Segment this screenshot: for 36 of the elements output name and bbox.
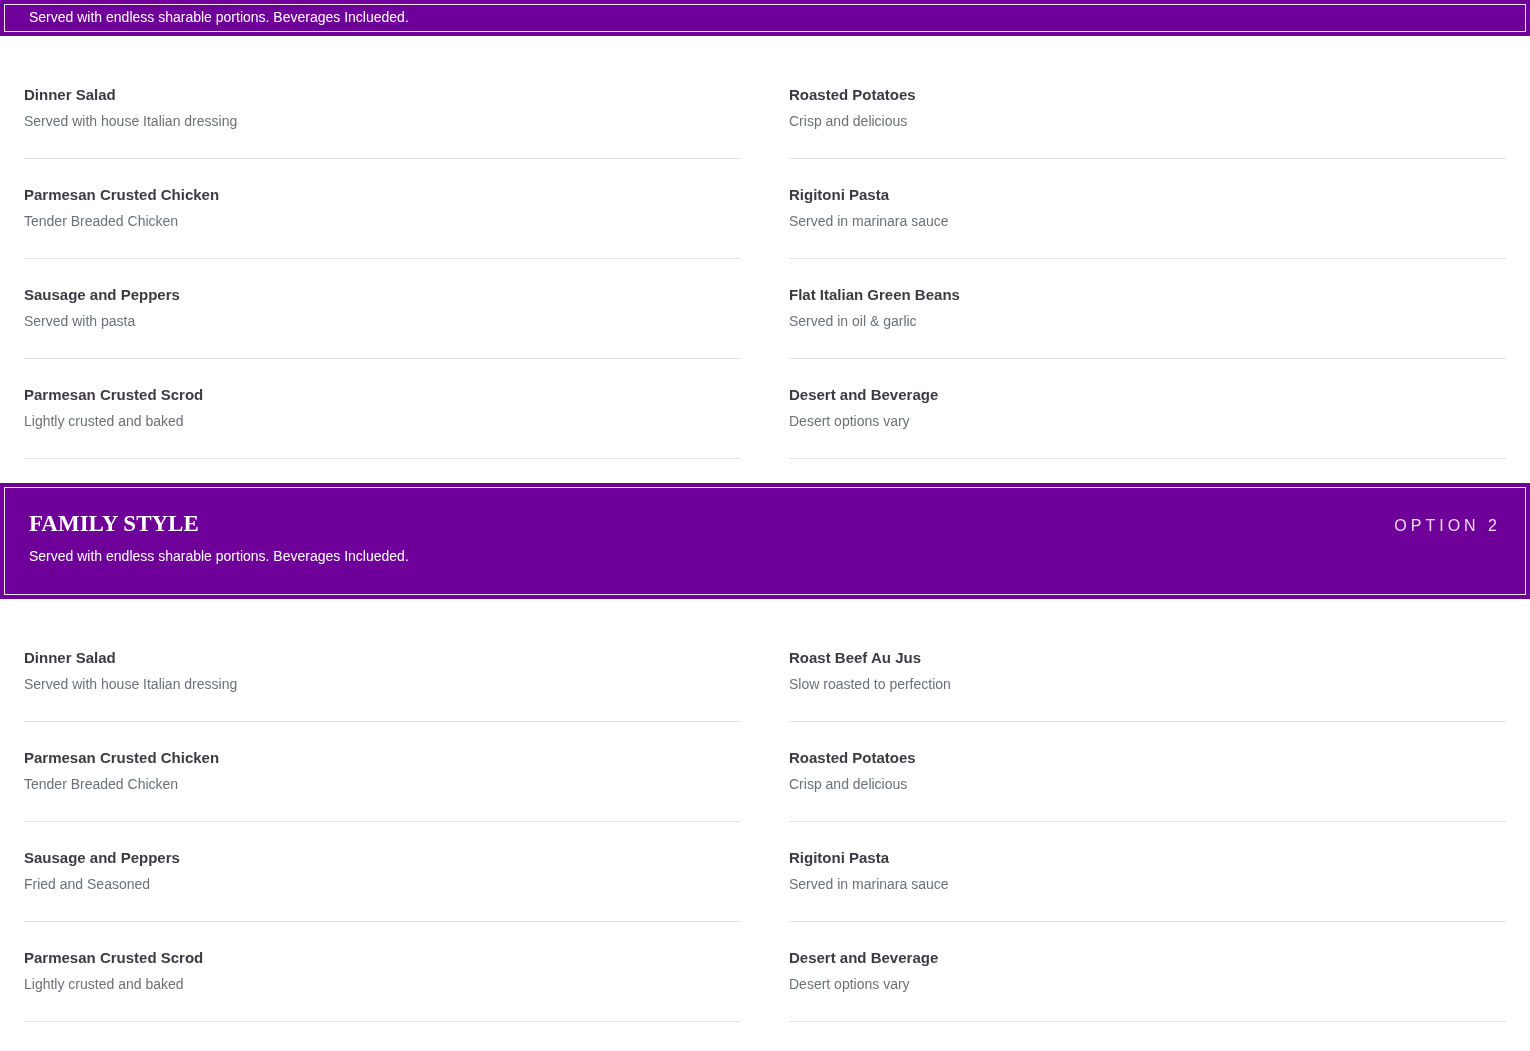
dish-name: Parmesan Crusted Chicken (24, 185, 220, 205)
dish-name: Parmesan Crusted Chicken (24, 748, 220, 768)
dish-description: Lightly crusted and baked (24, 412, 184, 431)
section-title: FAMILY STYLE (29, 510, 199, 538)
dish-description: Tender Breaded Chicken (24, 212, 179, 231)
dish-name: Parmesan Crusted Scrod (24, 948, 204, 968)
dish-description: Served in marinara sauce (789, 875, 949, 894)
section-subtitle: Served with endless sharable portions. Beverages Inclueded. (29, 547, 409, 566)
dish-name: Sausage and Peppers (24, 848, 180, 868)
dish-name: Roasted Potatoes (789, 748, 916, 768)
dish-name: Roast Beef Au Jus (789, 648, 921, 668)
dish-name: Parmesan Crusted Scrod (24, 385, 204, 405)
dish-description: Served with house Italian dressing (24, 112, 238, 131)
dish-description: Desert options vary (789, 975, 910, 994)
dish-description: Tender Breaded Chicken (24, 775, 179, 794)
dish-name: Desert and Beverage (789, 948, 939, 968)
dish-name: Desert and Beverage (789, 385, 939, 405)
dish-description: Served with house Italian dressing (24, 675, 238, 694)
dish-description: Fried and Seasoned (24, 875, 151, 894)
dish-description: Slow roasted to perfection (789, 675, 951, 694)
dish-name: Sausage and Peppers (24, 285, 180, 305)
dish-name: Rigitoni Pasta (789, 848, 889, 868)
dish-description: Served with pasta (24, 312, 136, 331)
dish-name: Flat Italian Green Beans (789, 285, 960, 305)
dish-description: Served in oil & garlic (789, 312, 917, 331)
dish-description: Crisp and delicious (789, 112, 908, 131)
dish-description: Lightly crusted and baked (24, 975, 184, 994)
option-label: OPTION 2 (1394, 516, 1501, 536)
dish-description: Desert options vary (789, 412, 910, 431)
dish-name: Roasted Potatoes (789, 85, 916, 105)
dish-description: Served in marinara sauce (789, 212, 949, 231)
dish-name: Rigitoni Pasta (789, 185, 889, 205)
dish-description: Crisp and delicious (789, 775, 908, 794)
dish-name: Dinner Salad (24, 85, 116, 105)
section-subtitle: Served with endless sharable portions. Beverages Inclueded. (29, 8, 409, 27)
dish-name: Dinner Salad (24, 648, 116, 668)
